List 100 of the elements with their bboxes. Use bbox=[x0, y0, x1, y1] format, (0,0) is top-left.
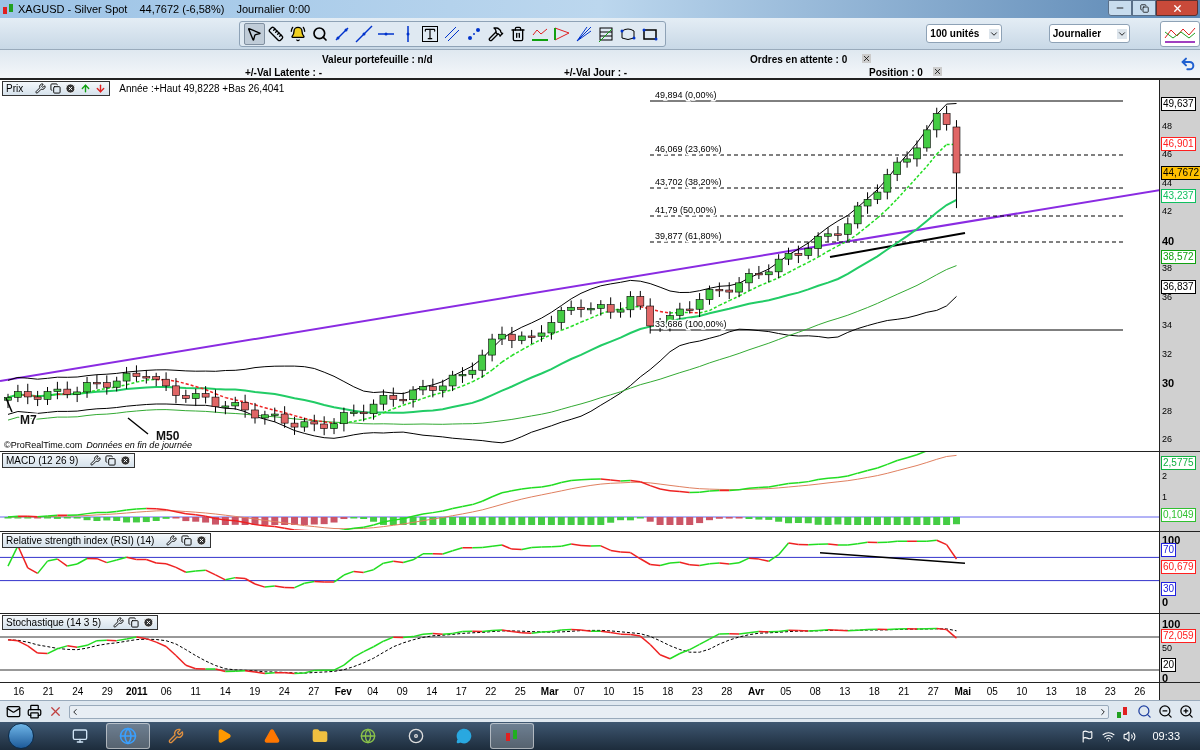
window-icon[interactable] bbox=[105, 455, 117, 466]
grid-icon bbox=[597, 24, 616, 43]
arrow-down-icon[interactable] bbox=[95, 83, 107, 94]
chart-taskbar-button[interactable] bbox=[490, 723, 534, 749]
undo-icon[interactable] bbox=[1180, 56, 1196, 72]
pending-orders-text: Ordres en attente : 0 bbox=[750, 53, 848, 67]
settings-icon[interactable] bbox=[166, 535, 178, 546]
date-tick-label: 05 bbox=[985, 686, 999, 697]
volume-icon[interactable] bbox=[1123, 729, 1137, 743]
zoom-in-icon[interactable] bbox=[1179, 704, 1194, 719]
settings-icon[interactable] bbox=[90, 455, 102, 466]
date-tick-label: Mar bbox=[539, 686, 560, 697]
chat-icon bbox=[456, 728, 472, 744]
start-button[interactable] bbox=[8, 723, 34, 749]
fibonacci-level-label: 49,894 (0,00%) bbox=[655, 90, 717, 100]
scroll-left-icon[interactable] bbox=[70, 706, 80, 717]
flag-icon[interactable] bbox=[1081, 729, 1095, 743]
app-icon bbox=[2, 3, 14, 15]
axis-tick-label: 28 bbox=[1162, 406, 1172, 416]
close-button[interactable] bbox=[1156, 0, 1198, 16]
date-tick-label: 19 bbox=[248, 686, 262, 697]
indicators-button[interactable] bbox=[1160, 20, 1200, 47]
horizontal-scrollbar[interactable] bbox=[69, 704, 1109, 719]
date-tick-label: 24 bbox=[277, 686, 291, 697]
value-badge: 72,059 bbox=[1161, 629, 1196, 643]
date-tick-label: 10 bbox=[1015, 686, 1029, 697]
scroll-right-icon[interactable] bbox=[1098, 706, 1108, 717]
chart-icon bbox=[504, 728, 520, 744]
date-tick-label: 21 bbox=[897, 686, 911, 697]
value-badge: 44,7672 bbox=[1161, 166, 1200, 180]
zoom-out-icon[interactable] bbox=[1158, 704, 1173, 719]
timeframe-dropdown[interactable]: Journalier bbox=[1048, 24, 1131, 43]
caret-icon bbox=[989, 28, 999, 39]
network-icon[interactable] bbox=[1102, 729, 1116, 743]
fibonacci-level-label: 33,686 (100,00%) bbox=[655, 319, 727, 329]
pane-title: Stochastique (14 3 5) bbox=[6, 617, 102, 628]
date-tick-label: Mai bbox=[953, 686, 973, 697]
print-icon[interactable] bbox=[27, 704, 42, 719]
tools-icon bbox=[488, 25, 505, 42]
restore-button[interactable] bbox=[1132, 0, 1156, 16]
date-tick-label: Avr bbox=[747, 686, 766, 697]
ray-tool-button[interactable] bbox=[353, 22, 375, 45]
date-tick-label: 18 bbox=[1074, 686, 1088, 697]
date-tick-label: 14 bbox=[218, 686, 232, 697]
minimize-button[interactable] bbox=[1108, 0, 1132, 16]
pointer-tool-button[interactable] bbox=[243, 22, 265, 45]
caret-icon bbox=[1117, 28, 1128, 39]
axis-tick-label: 30 bbox=[1162, 378, 1175, 390]
segment-icon bbox=[333, 24, 352, 43]
zoom-icon bbox=[312, 25, 329, 42]
cone-icon bbox=[264, 728, 280, 744]
date-tick-label: 15 bbox=[631, 686, 645, 697]
date-tick-label: Fev bbox=[333, 686, 353, 697]
mail-icon[interactable] bbox=[6, 704, 21, 719]
axis-tick-label: 34 bbox=[1162, 321, 1172, 331]
settings-icon[interactable] bbox=[113, 617, 125, 628]
window-icon[interactable] bbox=[128, 617, 140, 628]
value-badge: 20 bbox=[1161, 658, 1177, 672]
date-tick-label: 24 bbox=[71, 686, 85, 697]
axis-tick-label: 46 bbox=[1162, 150, 1172, 160]
text-icon bbox=[422, 25, 439, 42]
axis-tick-label: 50 bbox=[1162, 644, 1172, 653]
axis-tick-label: 40 bbox=[1162, 235, 1175, 247]
axis-tick-label: 38 bbox=[1162, 264, 1172, 274]
time-text: 0:00 bbox=[288, 1, 311, 17]
window-icon[interactable] bbox=[50, 83, 62, 94]
latent-value-text: +/-Val Latente : - bbox=[245, 66, 322, 80]
value-badge: 2,5775 bbox=[1161, 456, 1196, 470]
window-icon[interactable] bbox=[181, 535, 193, 546]
close-icon[interactable] bbox=[933, 67, 942, 76]
date-tick-label: 17 bbox=[454, 686, 468, 697]
value-badge: 43,237 bbox=[1161, 189, 1196, 203]
date-tick-label: 16 bbox=[12, 686, 26, 697]
zoom-fit-icon[interactable] bbox=[1137, 704, 1152, 719]
value-badge: 46,901 bbox=[1161, 137, 1196, 151]
axis-tick-label: 100 bbox=[1162, 619, 1181, 630]
date-tick-label: 10 bbox=[602, 686, 616, 697]
value-badge: 70 bbox=[1161, 543, 1177, 557]
clock-text: 09:33 bbox=[1152, 728, 1180, 744]
vline-icon bbox=[406, 24, 411, 43]
copyright-text: ©ProRealTime.com bbox=[4, 441, 83, 450]
fan-icon bbox=[553, 24, 572, 43]
date-tick-label: 21 bbox=[41, 686, 55, 697]
date-tick-label: 27 bbox=[307, 686, 321, 697]
media-icon bbox=[216, 728, 232, 744]
value-badge: 0,1049 bbox=[1161, 508, 1196, 522]
parallel-icon bbox=[443, 24, 462, 43]
settings-icon[interactable] bbox=[35, 83, 47, 94]
date-tick-label: 06 bbox=[159, 686, 173, 697]
axis-tick-label: 42 bbox=[1162, 207, 1172, 217]
alarm-icon bbox=[290, 25, 307, 42]
window-title: XAGUSD - Silver Spot bbox=[18, 1, 128, 17]
close-icon[interactable] bbox=[862, 54, 871, 63]
date-tick-label: 23 bbox=[1103, 686, 1117, 697]
gann-icon bbox=[575, 24, 594, 43]
value-badge: 38,572 bbox=[1161, 250, 1196, 264]
hline-icon bbox=[377, 31, 396, 36]
date-tick-label: 2011 bbox=[124, 686, 149, 697]
quantity-dropdown[interactable]: 100 unités bbox=[926, 24, 1002, 43]
axis-tick-label: 26 bbox=[1162, 435, 1172, 445]
